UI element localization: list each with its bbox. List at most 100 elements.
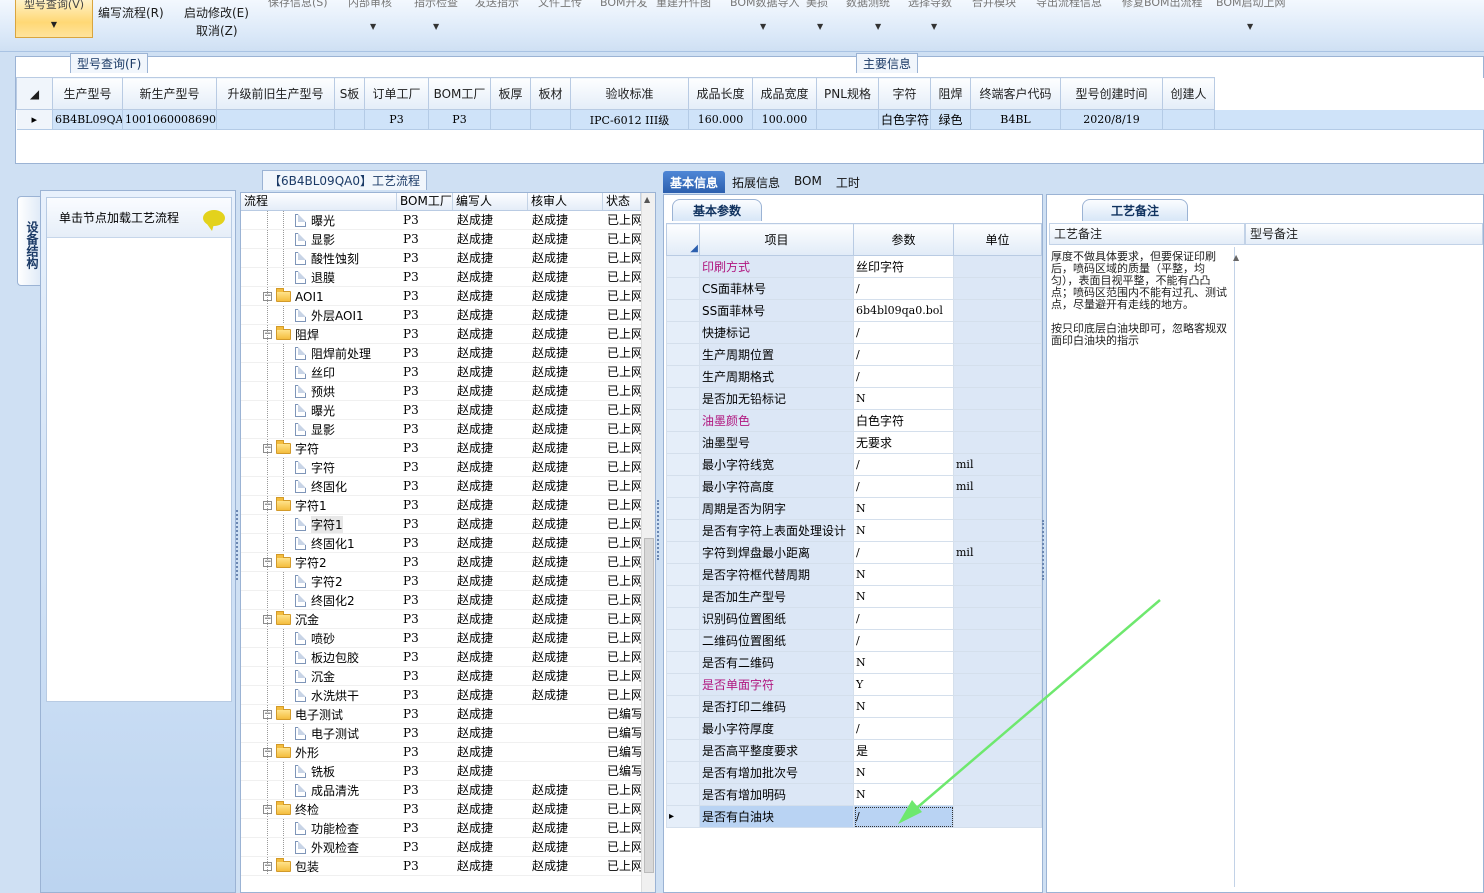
flow-row[interactable]: 显影 P3 赵成捷 赵成捷 已上网: [241, 230, 641, 249]
col-header[interactable]: 创建人: [1162, 77, 1215, 110]
flow-writer-cell[interactable]: 赵成捷: [453, 211, 528, 229]
tab-basic-info[interactable]: 基本信息: [663, 171, 726, 193]
row-header-cell[interactable]: [666, 299, 700, 322]
flow-bom-cell[interactable]: P3: [397, 629, 453, 647]
flow-status-cell[interactable]: 已编写: [603, 743, 641, 761]
row-header-cell[interactable]: [666, 431, 700, 454]
col-header[interactable]: 板厚: [490, 77, 531, 110]
flow-reviewer-cell[interactable]: 赵成捷: [528, 458, 603, 476]
flow-status-cell[interactable]: 已上网: [603, 325, 641, 343]
tree-node[interactable]: 成品清洗: [295, 781, 359, 799]
flow-bom-cell[interactable]: P3: [397, 553, 453, 571]
tree-node[interactable]: 终固化: [295, 477, 347, 495]
flow-writer-cell[interactable]: 赵成捷: [453, 230, 528, 248]
tree-node[interactable]: 曝光: [295, 211, 335, 229]
tree-node[interactable]: − 沉金: [263, 610, 319, 628]
flow-bom-cell[interactable]: P3: [397, 477, 453, 495]
table-cell[interactable]: [530, 109, 571, 130]
flow-status-cell[interactable]: 已上网: [603, 515, 641, 533]
param-value-cell[interactable]: N: [853, 585, 954, 608]
flow-bom-cell[interactable]: P3: [397, 591, 453, 609]
flow-row[interactable]: 字符2 P3 赵成捷 赵成捷 已上网: [241, 572, 641, 591]
flow-bom-cell[interactable]: P3: [397, 610, 453, 628]
param-row[interactable]: 是否字符框代替周期 N: [666, 563, 1042, 586]
col-header[interactable]: PNL规格: [816, 77, 879, 110]
param-row[interactable]: 最小字符厚度 /: [666, 717, 1042, 740]
flow-status-cell[interactable]: 已上网: [603, 268, 641, 286]
tree-node[interactable]: − 电子测试: [263, 705, 343, 723]
flow-row[interactable]: 字符 P3 赵成捷 赵成捷 已上网: [241, 458, 641, 477]
col-header[interactable]: S板: [334, 77, 365, 110]
ribbon-bom-dev[interactable]: BOM开发: [600, 0, 648, 10]
table-cell[interactable]: 160.000: [688, 109, 753, 130]
flow-writer-cell[interactable]: 赵成捷: [453, 344, 528, 362]
flow-status-cell[interactable]: 已上网: [603, 363, 641, 381]
flow-status-cell[interactable]: 已上网: [603, 800, 641, 818]
flow-writer-cell[interactable]: 赵成捷: [453, 287, 528, 305]
row-header-cell[interactable]: [666, 629, 700, 652]
flow-bom-cell[interactable]: P3: [397, 306, 453, 324]
flow-row[interactable]: − 字符1 P3 赵成捷 赵成捷 已上网: [241, 496, 641, 515]
flow-reviewer-cell[interactable]: 赵成捷: [528, 648, 603, 666]
flow-tree-cell[interactable]: 显影: [241, 230, 397, 248]
param-row[interactable]: 识别码位置图纸 /: [666, 607, 1042, 630]
flow-bom-cell[interactable]: P3: [397, 287, 453, 305]
param-value-cell[interactable]: Y: [853, 673, 954, 696]
flow-reviewer-cell[interactable]: 赵成捷: [528, 211, 603, 229]
ribbon-bom-online[interactable]: BOM启动上网: [1216, 0, 1286, 10]
flow-bom-cell[interactable]: P3: [397, 211, 453, 229]
tree-node[interactable]: 字符1: [295, 515, 343, 533]
tree-node[interactable]: − 终检: [263, 800, 319, 818]
tree-node[interactable]: 外观检查: [295, 838, 359, 856]
row-header-cell[interactable]: [666, 607, 700, 630]
flow-tree-cell[interactable]: 退膜: [241, 268, 397, 286]
flow-status-cell[interactable]: 已上网: [603, 230, 641, 248]
flow-tree-cell[interactable]: 字符1: [241, 515, 397, 533]
flow-reviewer-cell[interactable]: 赵成捷: [528, 401, 603, 419]
table-cell[interactable]: 6B4BL09QA0: [52, 109, 123, 130]
tree-node[interactable]: 曝光: [295, 401, 335, 419]
tree-node[interactable]: − 字符2: [263, 553, 327, 571]
param-row[interactable]: 是否有增加明码 N: [666, 783, 1042, 806]
table-cell[interactable]: P3: [364, 109, 429, 130]
flow-tree-cell[interactable]: 水洗烘干: [241, 686, 397, 704]
main-info-tab[interactable]: 主要信息: [856, 53, 919, 73]
param-row[interactable]: 周期是否为阴字 N: [666, 497, 1042, 520]
flow-writer-cell[interactable]: 赵成捷: [453, 762, 528, 780]
flow-bom-cell[interactable]: P3: [397, 458, 453, 476]
param-value-cell[interactable]: 白色字符: [853, 409, 954, 432]
flow-bom-cell[interactable]: P3: [397, 686, 453, 704]
param-row[interactable]: ▸ 是否有白油块 /: [666, 805, 1042, 828]
flow-tree-cell[interactable]: 显影: [241, 420, 397, 438]
flow-tree-cell[interactable]: − 外形: [241, 743, 397, 761]
tree-node[interactable]: 终固化1: [295, 534, 355, 552]
param-row[interactable]: 字符到焊盘最小距离 / mil: [666, 541, 1042, 564]
row-indicator-icon[interactable]: ▸: [16, 109, 53, 130]
param-row[interactable]: 最小字符线宽 / mil: [666, 453, 1042, 476]
flow-reviewer-cell[interactable]: 赵成捷: [528, 496, 603, 514]
row-header-cell[interactable]: [666, 255, 700, 278]
param-row[interactable]: 是否有字符上表面处理设计 N: [666, 519, 1042, 542]
flow-tree-cell[interactable]: 成品清洗: [241, 781, 397, 799]
flow-writer-cell[interactable]: 赵成捷: [453, 439, 528, 457]
row-header-cell[interactable]: [666, 761, 700, 784]
flow-writer-cell[interactable]: 赵成捷: [453, 800, 528, 818]
flow-status-cell[interactable]: 已上网: [603, 249, 641, 267]
flow-row[interactable]: 板边包胶 P3 赵成捷 赵成捷 已上网: [241, 648, 641, 667]
tree-node[interactable]: 喷砂: [295, 629, 335, 647]
flow-bom-cell[interactable]: P3: [397, 249, 453, 267]
flow-reviewer-cell[interactable]: 赵成捷: [528, 667, 603, 685]
flow-reviewer-cell[interactable]: 赵成捷: [528, 477, 603, 495]
flow-status-cell[interactable]: 已上网: [603, 401, 641, 419]
table-cell[interactable]: IPC-6012 III级: [570, 109, 689, 130]
flow-status-cell[interactable]: 已上网: [603, 648, 641, 666]
flow-bom-cell[interactable]: P3: [397, 401, 453, 419]
flow-status-cell[interactable]: 已上网: [603, 572, 641, 590]
ribbon-repair-bom[interactable]: 修复BOM出流程: [1122, 0, 1203, 10]
flow-tree-cell[interactable]: − 沉金: [241, 610, 397, 628]
param-value-cell[interactable]: /: [853, 321, 954, 344]
col-header[interactable]: 升级前旧生产型号: [216, 77, 335, 110]
flow-bom-cell[interactable]: P3: [397, 363, 453, 381]
flow-status-cell[interactable]: 已上网: [603, 553, 641, 571]
param-value-cell[interactable]: /: [853, 629, 954, 652]
